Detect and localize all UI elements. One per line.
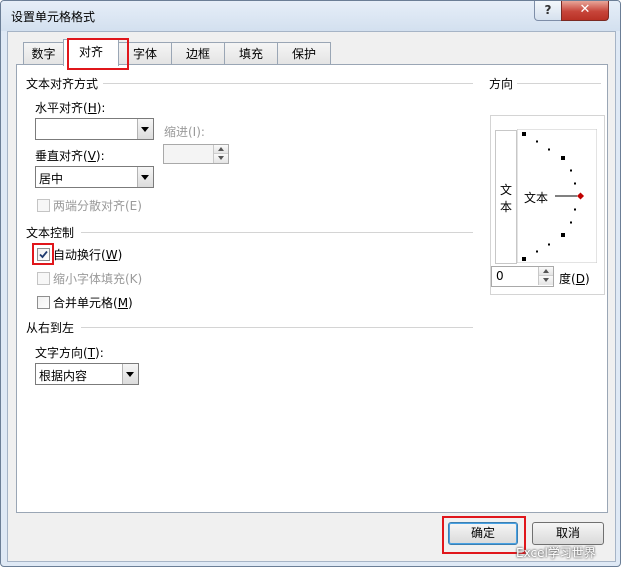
chevron-down-icon[interactable] xyxy=(122,364,138,384)
cancel-button[interactable]: 取消 xyxy=(532,522,604,545)
horizontal-align-label: 水平对齐(H): xyxy=(35,101,106,115)
separator xyxy=(517,83,601,84)
watermark: Excel学习世界 xyxy=(516,546,596,560)
chevron-down-icon[interactable] xyxy=(137,119,153,139)
text-direction-label: 文字方向(T): xyxy=(35,346,104,360)
spin-up-icon[interactable] xyxy=(214,145,228,154)
title-bar[interactable]: 设置单元格格式 ? ✕ xyxy=(1,1,620,31)
spin-down-icon[interactable] xyxy=(214,154,228,163)
format-cells-dialog: 设置单元格格式 ? ✕ 数字 对齐 字体 边框 填充 保护 文本对齐方式 水平对… xyxy=(0,0,621,567)
orientation-heading: 方向 xyxy=(489,77,514,91)
distributed-checkbox[interactable] xyxy=(37,199,50,212)
separator xyxy=(81,327,473,328)
tab-highlight-box xyxy=(67,38,129,70)
dialog-title: 设置单元格格式 xyxy=(11,10,96,24)
close-button[interactable]: ✕ xyxy=(561,1,609,21)
wrap-highlight-box xyxy=(32,243,54,265)
vertical-align-label: 垂直对齐(V): xyxy=(35,149,105,163)
indent-label: 缩进(I): xyxy=(164,125,205,139)
alignment-panel: 文本对齐方式 水平对齐(H): 缩进(I): 垂直对齐(V): 居中 两端分散对… xyxy=(16,64,608,513)
spin-down-icon[interactable] xyxy=(539,276,553,285)
text-direction-select[interactable]: 根据内容 xyxy=(35,363,139,385)
separator xyxy=(103,83,473,84)
horizontal-align-select[interactable] xyxy=(35,118,154,140)
distributed-label: 两端分散对齐(E) xyxy=(53,199,142,213)
separator xyxy=(81,232,473,233)
dial-text-label: 文本 xyxy=(524,189,549,206)
rtl-heading: 从右到左 xyxy=(26,321,75,335)
text-control-heading: 文本控制 xyxy=(26,226,75,240)
degrees-label: 度(D) xyxy=(559,272,590,286)
tab-protection[interactable]: 保护 xyxy=(277,42,331,65)
spin-up-icon[interactable] xyxy=(539,267,553,276)
vertical-align-select[interactable]: 居中 xyxy=(35,166,154,188)
wrap-text-label: 自动换行(W) xyxy=(53,248,123,262)
tab-fill[interactable]: 填充 xyxy=(224,42,278,65)
chevron-down-icon[interactable] xyxy=(137,167,153,187)
text-alignment-heading: 文本对齐方式 xyxy=(26,77,99,91)
degrees-spinner[interactable]: 0 xyxy=(491,266,554,287)
tab-border[interactable]: 边框 xyxy=(171,42,225,65)
dialog-body: 数字 对齐 字体 边框 填充 保护 文本对齐方式 水平对齐(H): 缩进(I): xyxy=(7,31,616,562)
vertical-text-toggle[interactable]: 文 本 xyxy=(495,130,517,264)
shrink-to-fit-checkbox[interactable] xyxy=(37,272,50,285)
ok-button[interactable]: 确定 xyxy=(448,522,518,545)
merge-cells-label: 合并单元格(M) xyxy=(53,296,133,310)
merge-cells-checkbox[interactable] xyxy=(37,296,50,309)
indent-spinner[interactable] xyxy=(163,144,229,164)
tab-number[interactable]: 数字 xyxy=(23,42,64,65)
help-button[interactable]: ? xyxy=(534,1,562,21)
shrink-to-fit-label: 缩小字体填充(K) xyxy=(53,272,143,286)
